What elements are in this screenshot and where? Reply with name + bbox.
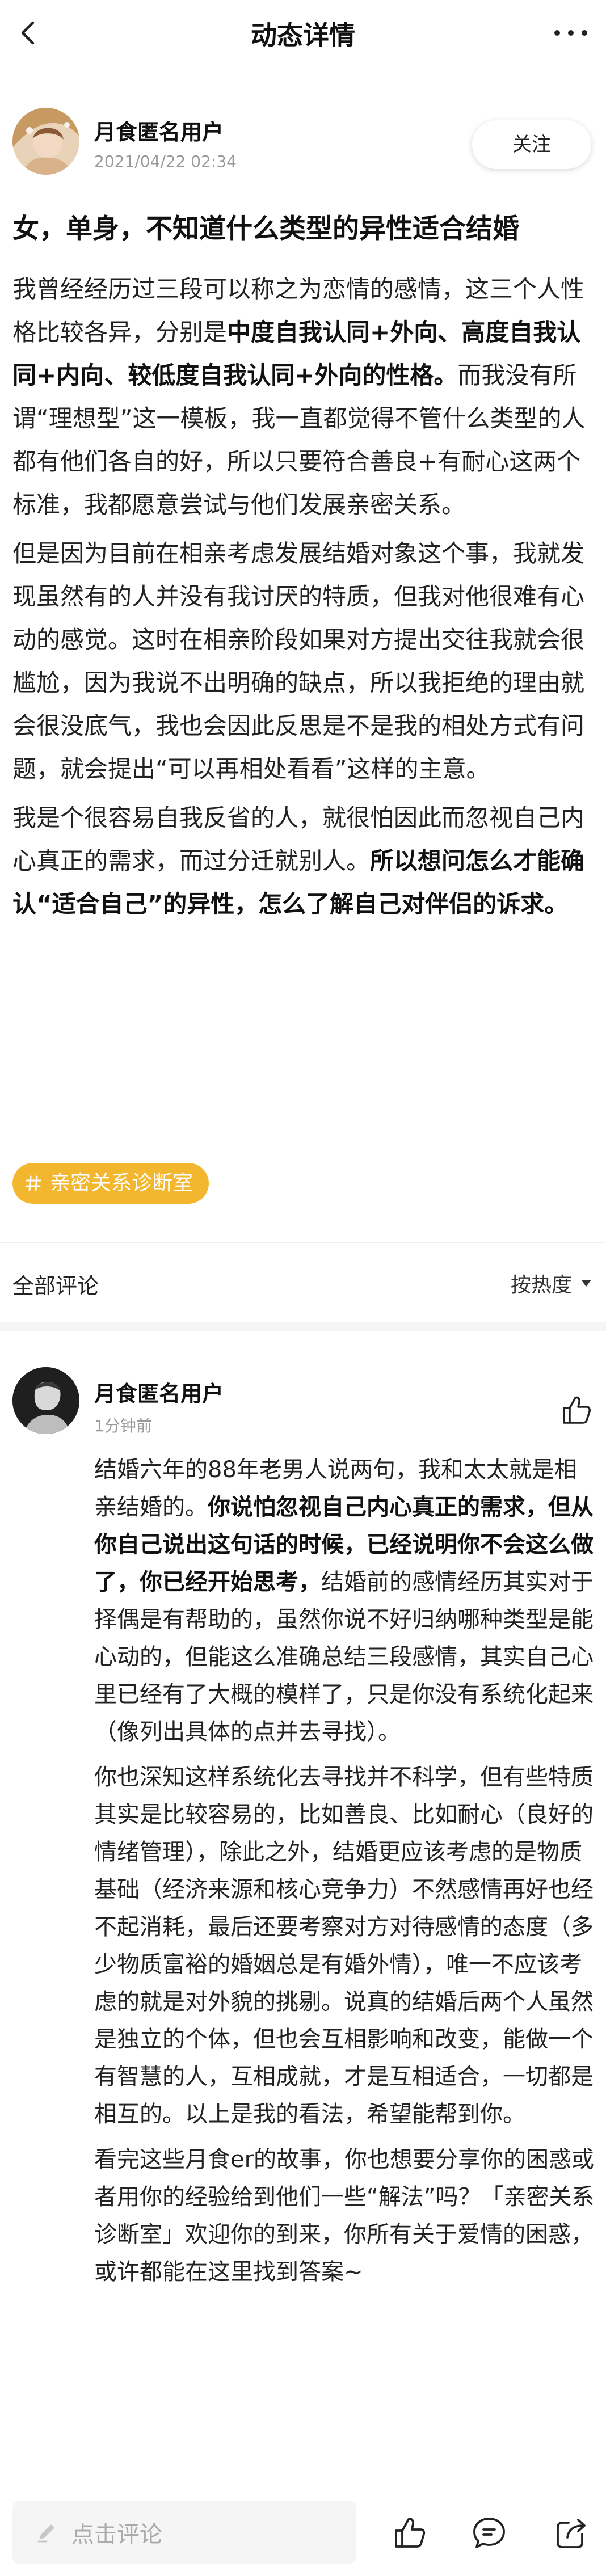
sort-dropdown[interactable]: 按热度 <box>511 1268 591 1298</box>
topic-tag[interactable]: 亲密关系诊断室 <box>12 1163 209 1204</box>
page-title: 动态详情 <box>251 20 355 50</box>
follow-button[interactable]: 关注 <box>472 120 591 169</box>
divider <box>0 1242 606 1243</box>
topic-tag-label: 亲密关系诊断室 <box>50 1171 193 1195</box>
hash-icon <box>25 1175 41 1191</box>
comments-header-label: 全部评论 <box>12 1274 99 1298</box>
commenter-name[interactable]: 月食匿名用户 <box>94 1376 224 1407</box>
comment-bubble-icon[interactable] <box>471 2515 507 2551</box>
top-nav-bar: 动态详情 <box>0 0 606 65</box>
post-text-segment: 但是因为目前在相亲考虑发展结婚对象这个事，我就发现虽然有的人并没有我讨厌的特质，… <box>12 539 585 783</box>
avatar[interactable] <box>12 108 79 175</box>
section-divider <box>0 1322 606 1331</box>
thumbs-up-icon[interactable] <box>392 2515 428 2551</box>
post-date: 2021/04/22 02:34 <box>94 152 237 171</box>
pencil-icon <box>37 2524 54 2543</box>
comment-text-segment: 你也深知这样系统化去寻找并不科学，但有些特质其实是比较容易的，比如善良、比如耐心… <box>94 1764 594 2127</box>
post-body: 我曾经经历过三段可以称之为恋情的感情，这三个人性格比较各异，分别是中度自我认同+… <box>12 268 595 931</box>
post-paragraph-3: 我是个很容易自我反省的人，就很怕因此而忽视自己内心真正的需求，而过分迁就别人。所… <box>12 796 595 926</box>
post-author-row: 月食匿名用户 2021/04/22 02:34 关注 <box>0 108 606 182</box>
post-paragraph-1: 我曾经经历过三段可以称之为恋情的感情，这三个人性格比较各异，分别是中度自我认同+… <box>12 268 595 526</box>
comment-paragraph-3: 看完这些月食er的故事，你也想要分享你的困惑或者用你的经验给到他们一些“解法”吗… <box>94 2141 595 2291</box>
thumbs-up-icon[interactable] <box>559 1393 594 1427</box>
comment-body: 结婚六年的88年老男人说两句，我和太太就是相亲结婚的。你说怕忽视自己内心真正的需… <box>94 1451 595 2299</box>
comment-paragraph-1: 结婚六年的88年老男人说两句，我和太太就是相亲结婚的。你说怕忽视自己内心真正的需… <box>94 1451 595 1751</box>
share-icon[interactable] <box>554 2515 590 2551</box>
caret-down-icon <box>581 1280 591 1287</box>
comment-paragraph-2: 你也深知这样系统化去寻找并不科学，但有些特质其实是比较容易的，比如善良、比如耐心… <box>94 1759 595 2133</box>
post-paragraph-2: 但是因为目前在相亲考虑发展结婚对象这个事，我就发现虽然有的人并没有我讨厌的特质，… <box>12 532 595 791</box>
comment-text-segment: 结婚前的感情经历其实对于择偶是有帮助的，虽然你说不好归纳哪种类型是能心动的，但能… <box>94 1569 594 1745</box>
post-title: 女，单身，不知道什么类型的异性适合结婚 <box>12 213 519 244</box>
avatar[interactable] <box>12 1367 79 1434</box>
comment-input[interactable]: 点击评论 <box>12 2501 356 2564</box>
comment-input-placeholder: 点击评论 <box>71 2522 162 2548</box>
author-name[interactable]: 月食匿名用户 <box>94 115 224 146</box>
more-dots-icon[interactable] <box>550 16 591 50</box>
comment-time: 1分钟前 <box>94 1416 152 1435</box>
sort-label: 按热度 <box>510 1274 572 1297</box>
bottom-action-bar: 点击评论 <box>0 2485 606 2576</box>
comment-text-segment: 看完这些月食er的故事，你也想要分享你的困惑或者用你的经验给到他们一些“解法”吗… <box>94 2147 595 2285</box>
